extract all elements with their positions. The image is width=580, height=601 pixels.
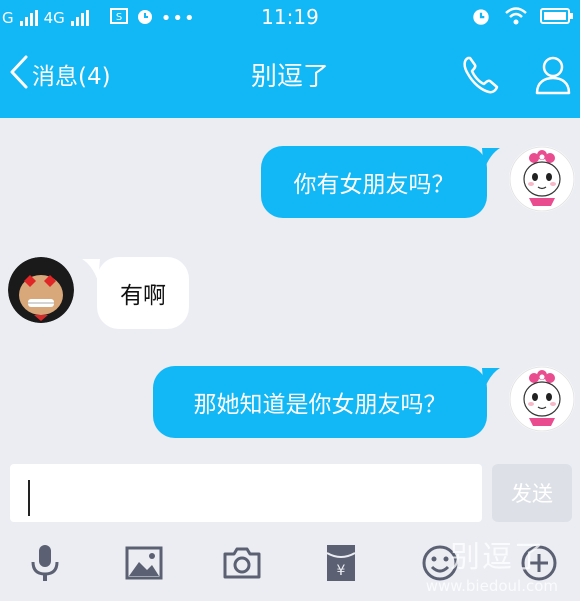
text-cursor	[28, 480, 30, 516]
send-button[interactable]: 发送	[492, 464, 572, 522]
chat-header: 消息(4) 别逗了	[0, 34, 580, 118]
monkey-avatar[interactable]	[8, 257, 74, 323]
input-toolbar: ¥	[0, 529, 580, 601]
message-text: 那她知道是你女朋友吗？	[193, 392, 447, 418]
svg-text:¥: ¥	[337, 563, 346, 579]
message-bubble-incoming[interactable]: 有啊	[97, 257, 189, 329]
message-text: 你有女朋友吗？	[293, 172, 455, 198]
bubble-tail	[482, 148, 500, 170]
status-bar: G 4G S ••• 11:19	[0, 0, 580, 34]
message-bubble-outgoing[interactable]: 那她知道是你女朋友吗？	[153, 366, 487, 438]
message-bubble-outgoing[interactable]: 你有女朋友吗？	[261, 146, 487, 218]
wifi-icon	[504, 6, 528, 30]
profile-icon[interactable]	[533, 54, 573, 100]
girl-avatar[interactable]	[509, 146, 575, 212]
alarm-icon	[470, 5, 492, 31]
girl-avatar[interactable]	[509, 366, 575, 432]
message-input[interactable]	[10, 464, 482, 522]
message-list[interactable]: 你有女朋友吗？ 有啊 那她知道是你女朋友吗？	[0, 118, 580, 459]
bubble-tail	[482, 368, 500, 390]
red-packet-icon[interactable]: ¥	[321, 543, 361, 583]
phone-icon[interactable]	[460, 54, 500, 100]
composer: 发送	[0, 459, 580, 529]
emoji-icon[interactable]	[420, 543, 460, 583]
plus-icon[interactable]	[519, 543, 559, 583]
camera-icon[interactable]	[222, 543, 262, 583]
status-right	[470, 5, 574, 31]
image-icon[interactable]	[124, 543, 164, 583]
microphone-icon[interactable]	[25, 543, 65, 583]
message-text: 有啊	[120, 283, 166, 309]
battery-icon	[540, 7, 574, 29]
